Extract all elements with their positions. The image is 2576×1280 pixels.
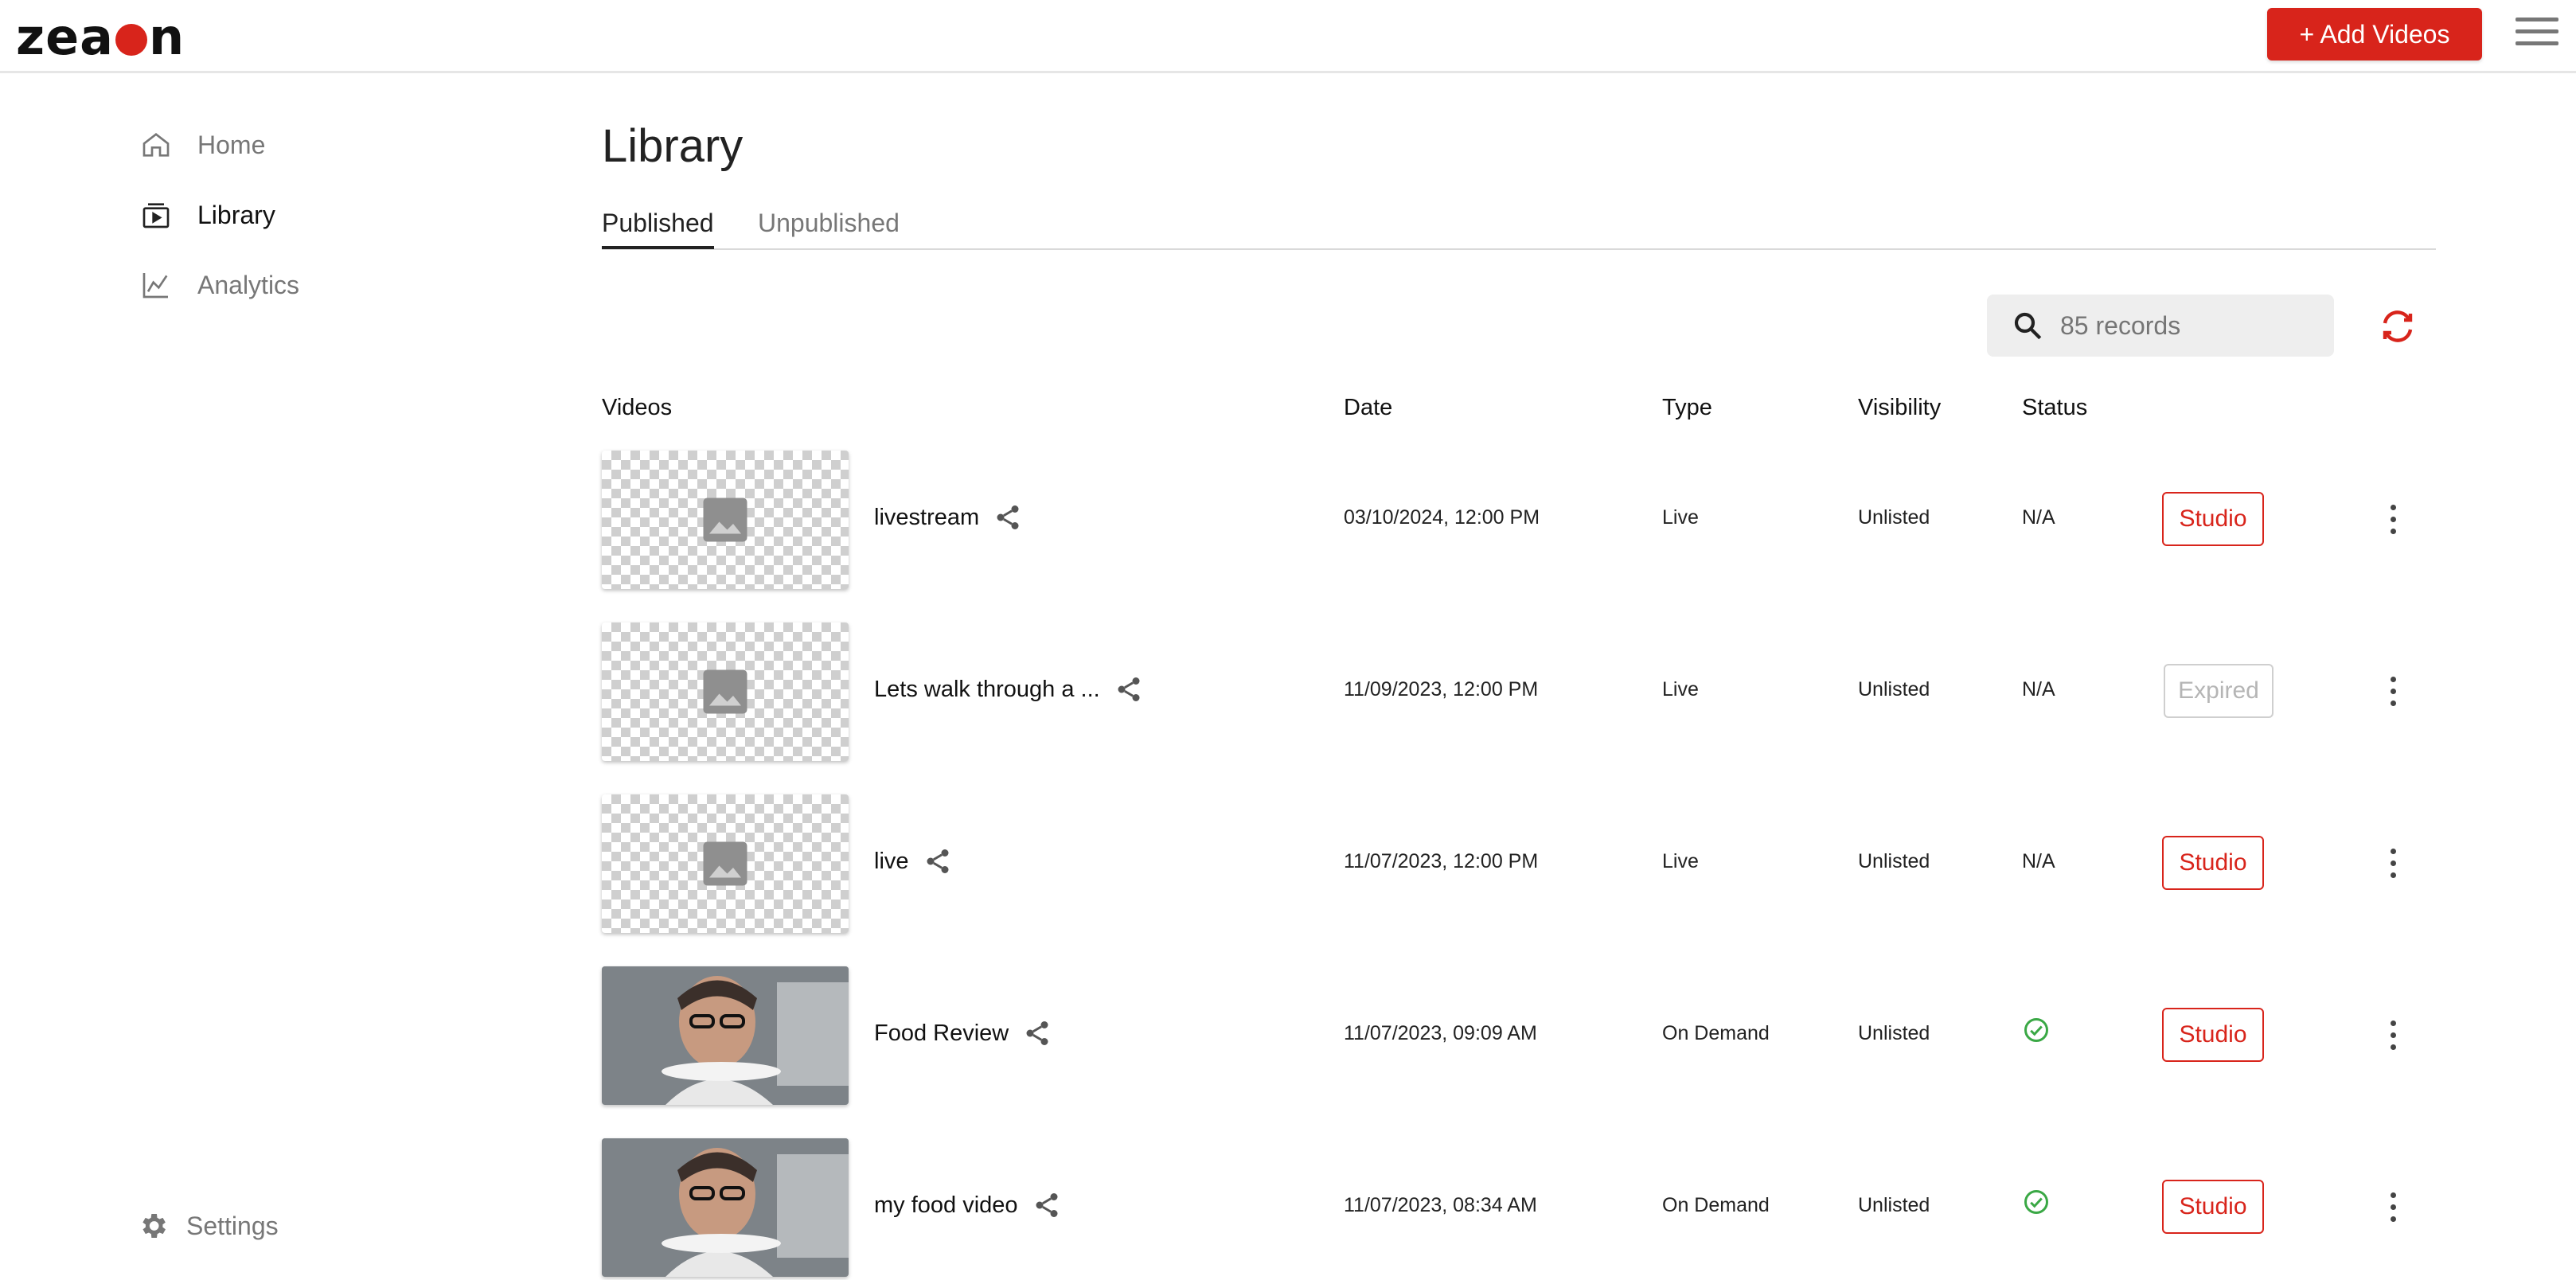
analytics-icon bbox=[142, 273, 168, 299]
more-options-icon[interactable] bbox=[2385, 1020, 2401, 1052]
add-videos-button[interactable]: + Add Videos bbox=[2267, 8, 2482, 60]
tab-unpublished[interactable]: Unpublished bbox=[758, 209, 900, 246]
sidebar-item-home[interactable]: Home bbox=[140, 121, 265, 169]
studio-button[interactable]: Studio bbox=[2162, 836, 2264, 890]
food-video-thumbnail-image bbox=[602, 1138, 849, 1277]
share-icon[interactable] bbox=[923, 847, 952, 876]
table-row[interactable]: Lets walk through a ... 11/09/2023, 12:0… bbox=[602, 622, 2436, 763]
sidebar-item-label: Library bbox=[197, 200, 275, 229]
share-icon[interactable] bbox=[1032, 1191, 1061, 1220]
share-icon[interactable] bbox=[1114, 675, 1143, 704]
video-thumbnail[interactable] bbox=[602, 622, 849, 761]
column-header-status: Status bbox=[2022, 395, 2088, 420]
home-icon bbox=[142, 132, 170, 157]
more-options-icon[interactable] bbox=[2385, 677, 2401, 708]
gear-icon bbox=[142, 1214, 166, 1238]
video-status: N/A bbox=[2022, 678, 2055, 700]
video-title[interactable]: live bbox=[874, 849, 909, 875]
video-title-cell: Food Review bbox=[874, 1019, 1052, 1048]
video-thumbnail[interactable] bbox=[602, 794, 849, 933]
search-input[interactable] bbox=[2060, 310, 2315, 341]
video-title-cell: live bbox=[874, 847, 952, 876]
table-row[interactable]: my food video 11/07/2023, 08:34 AM On De… bbox=[602, 1138, 2436, 1278]
library-icon bbox=[142, 203, 170, 228]
video-title[interactable]: livestream bbox=[874, 505, 979, 531]
tab-bar: Published Unpublished bbox=[602, 209, 2436, 250]
video-type: On Demand bbox=[1662, 1194, 1770, 1216]
video-visibility: Unlisted bbox=[1858, 1022, 1930, 1044]
sidebar-item-settings[interactable]: Settings bbox=[137, 1210, 279, 1242]
video-type: Live bbox=[1662, 506, 1699, 529]
video-date: 11/09/2023, 12:00 PM bbox=[1344, 678, 1539, 700]
video-date: 03/10/2024, 12:00 PM bbox=[1344, 506, 1540, 529]
logo-dot bbox=[115, 24, 147, 56]
page-title: Library bbox=[602, 120, 744, 172]
video-thumbnail[interactable] bbox=[602, 1138, 849, 1277]
video-title[interactable]: my food video bbox=[874, 1192, 1018, 1219]
sidebar-item-label: Analytics bbox=[197, 270, 300, 299]
food-review-thumbnail-image bbox=[602, 966, 849, 1105]
share-icon[interactable] bbox=[1023, 1019, 1052, 1048]
refresh-icon[interactable] bbox=[2379, 307, 2417, 345]
column-header-date: Date bbox=[1344, 395, 1393, 420]
share-icon[interactable] bbox=[993, 503, 1022, 532]
more-options-icon[interactable] bbox=[2385, 505, 2401, 537]
video-visibility: Unlisted bbox=[1858, 678, 1930, 700]
video-title-cell: Lets walk through a ... bbox=[874, 675, 1143, 704]
video-type: Live bbox=[1662, 850, 1699, 872]
check-circle-icon bbox=[2024, 1018, 2048, 1042]
video-type: On Demand bbox=[1662, 1022, 1770, 1044]
video-visibility: Unlisted bbox=[1858, 850, 1930, 872]
video-date: 11/07/2023, 12:00 PM bbox=[1344, 850, 1539, 872]
sidebar-item-label: Home bbox=[197, 130, 266, 159]
column-header-type: Type bbox=[1662, 395, 1712, 420]
sidebar-item-analytics[interactable]: Analytics bbox=[140, 261, 299, 309]
video-date: 11/07/2023, 09:09 AM bbox=[1344, 1022, 1537, 1044]
search-box bbox=[1987, 295, 2334, 357]
column-header-visibility: Visibility bbox=[1858, 395, 1942, 420]
video-title-cell: livestream bbox=[874, 503, 1022, 532]
expired-button: Expired bbox=[2164, 664, 2274, 718]
table-row[interactable]: live 11/07/2023, 12:00 PM Live Unlisted … bbox=[602, 794, 2436, 935]
video-title-cell: my food video bbox=[874, 1191, 1061, 1220]
tab-published[interactable]: Published bbox=[602, 209, 714, 249]
video-title[interactable]: Food Review bbox=[874, 1020, 1009, 1047]
video-status: N/A bbox=[2022, 506, 2055, 529]
more-options-icon[interactable] bbox=[2385, 1192, 2401, 1224]
video-type: Live bbox=[1662, 678, 1699, 700]
video-status: N/A bbox=[2022, 850, 2055, 872]
studio-button[interactable]: Studio bbox=[2162, 1008, 2264, 1062]
settings-label: Settings bbox=[186, 1211, 279, 1240]
video-visibility: Unlisted bbox=[1858, 506, 1930, 529]
studio-button[interactable]: Studio bbox=[2162, 1180, 2264, 1234]
video-thumbnail[interactable] bbox=[602, 451, 849, 589]
video-date: 11/07/2023, 08:34 AM bbox=[1344, 1194, 1537, 1216]
hamburger-menu-icon[interactable] bbox=[2516, 18, 2558, 49]
check-circle-icon bbox=[2024, 1190, 2048, 1214]
zeacon-logo[interactable]: zea n bbox=[16, 8, 185, 66]
image-placeholder-icon bbox=[703, 669, 747, 714]
image-placeholder-icon bbox=[703, 498, 747, 542]
table-row[interactable]: Food Review 11/07/2023, 09:09 AM On Dema… bbox=[602, 966, 2436, 1106]
image-placeholder-icon bbox=[703, 841, 747, 886]
video-title[interactable]: Lets walk through a ... bbox=[874, 677, 1100, 703]
sidebar-item-library[interactable]: Library bbox=[140, 191, 275, 239]
more-options-icon[interactable] bbox=[2385, 849, 2401, 880]
video-thumbnail[interactable] bbox=[602, 966, 849, 1105]
studio-button[interactable]: Studio bbox=[2162, 492, 2264, 546]
table-row[interactable]: livestream 03/10/2024, 12:00 PM Live Unl… bbox=[602, 451, 2436, 591]
column-header-videos: Videos bbox=[602, 395, 673, 420]
video-visibility: Unlisted bbox=[1858, 1194, 1930, 1216]
top-bar: zea n + Add Videos bbox=[0, 0, 2576, 73]
search-icon bbox=[2014, 312, 2042, 340]
